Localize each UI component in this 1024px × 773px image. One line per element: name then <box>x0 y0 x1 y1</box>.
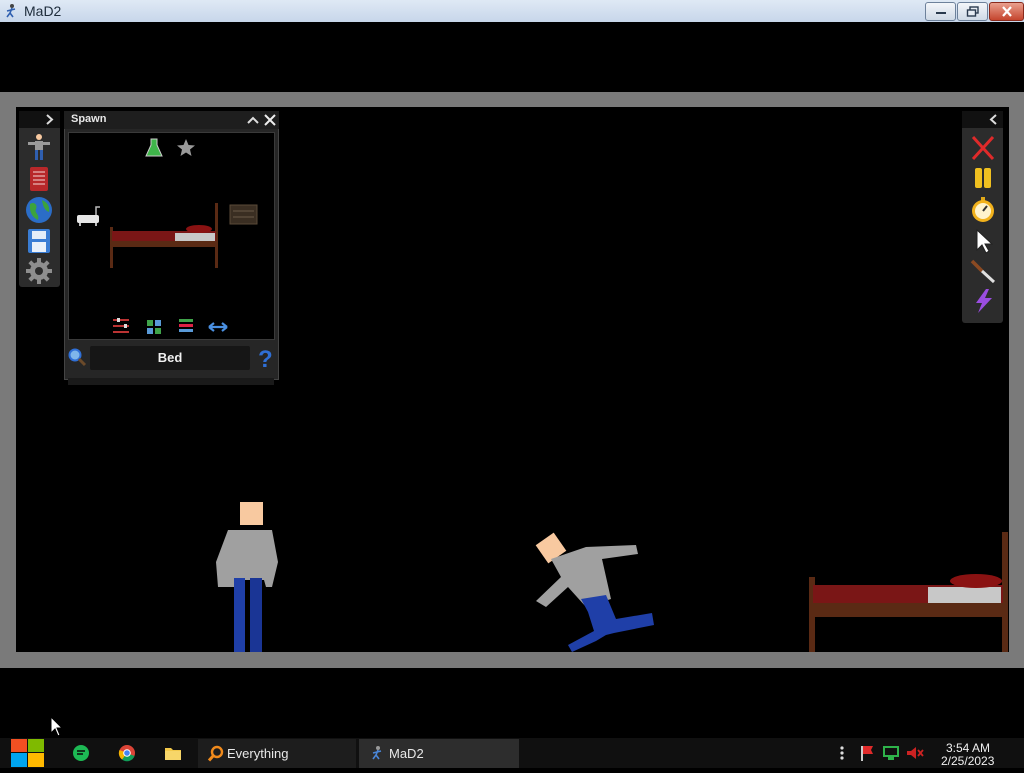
ragdoll-leg <box>250 578 262 653</box>
taskbar-item-mad2[interactable]: MaD2 <box>359 739 519 768</box>
help-icon[interactable]: ? <box>256 345 274 373</box>
flag-icon[interactable] <box>858 744 876 762</box>
panel-shadow <box>68 378 274 385</box>
ragdoll-head <box>240 502 263 525</box>
ragdoll-torso <box>216 530 278 587</box>
clock-date[interactable]: 2/25/2023 <box>941 754 994 768</box>
minimize-button[interactable] <box>925 2 956 21</box>
chevron-left-icon[interactable] <box>985 111 1003 128</box>
taskbar-item-label: Everything <box>227 746 289 761</box>
title-bar[interactable] <box>0 0 1024 23</box>
star-icon[interactable] <box>177 139 195 156</box>
close-button[interactable] <box>989 2 1024 21</box>
search-app-icon <box>207 745 224 762</box>
sliders-icon[interactable] <box>113 318 129 333</box>
bathtub-item[interactable] <box>77 206 100 226</box>
file-explorer-icon[interactable] <box>164 745 182 761</box>
spawn-panel-title: Spawn <box>71 113 107 125</box>
ragdoll-falling <box>535 532 654 652</box>
chevron-right-icon[interactable] <box>40 111 59 128</box>
pause-icon[interactable] <box>968 164 998 192</box>
chat-app-icon[interactable] <box>72 744 90 762</box>
start-button[interactable] <box>8 738 46 768</box>
taskbar-item-label: MaD2 <box>389 746 424 761</box>
shelf-item[interactable] <box>229 204 258 225</box>
window-title: MaD2 <box>24 3 62 19</box>
knife-icon[interactable] <box>968 257 998 285</box>
app-icon <box>3 3 19 19</box>
gear-icon[interactable] <box>24 257 54 285</box>
mouse-cursor <box>50 715 64 738</box>
more-vertical-icon[interactable] <box>838 744 846 762</box>
window-top-area <box>0 22 1024 92</box>
grid-view-icon[interactable] <box>147 320 161 334</box>
flask-icon[interactable] <box>145 138 163 157</box>
bed-item[interactable] <box>110 203 218 268</box>
close-x-icon[interactable] <box>968 134 998 162</box>
ragdoll-leg <box>234 578 245 653</box>
close-icon[interactable] <box>262 112 278 128</box>
bed-object <box>809 532 1008 652</box>
clock-time[interactable]: 3:54 AM <box>946 741 990 755</box>
chevron-up-icon[interactable] <box>245 112 261 128</box>
book-icon[interactable] <box>24 165 54 193</box>
cursor-icon[interactable] <box>968 227 998 255</box>
lightning-icon[interactable] <box>968 287 998 315</box>
taskbar-item-everything[interactable]: Everything <box>198 739 356 768</box>
search-icon[interactable] <box>67 347 87 367</box>
search-input[interactable]: Bed <box>90 346 250 370</box>
chrome-icon[interactable] <box>118 744 136 762</box>
ragdoll-icon[interactable] <box>24 133 54 161</box>
globe-icon[interactable] <box>24 196 54 224</box>
svg-text:?: ? <box>258 346 273 371</box>
ragdoll-standing <box>216 502 278 653</box>
restore-button[interactable] <box>957 2 988 21</box>
app-icon <box>372 746 382 760</box>
spawn-item-grid <box>68 132 275 340</box>
list-view-icon[interactable] <box>179 319 193 332</box>
volume-muted-icon[interactable] <box>905 744 925 762</box>
flip-arrows-icon[interactable] <box>208 322 228 332</box>
stopwatch-icon[interactable] <box>968 196 998 224</box>
ragdoll-legs <box>568 595 654 652</box>
network-icon[interactable] <box>882 744 900 762</box>
save-icon[interactable] <box>24 227 54 255</box>
